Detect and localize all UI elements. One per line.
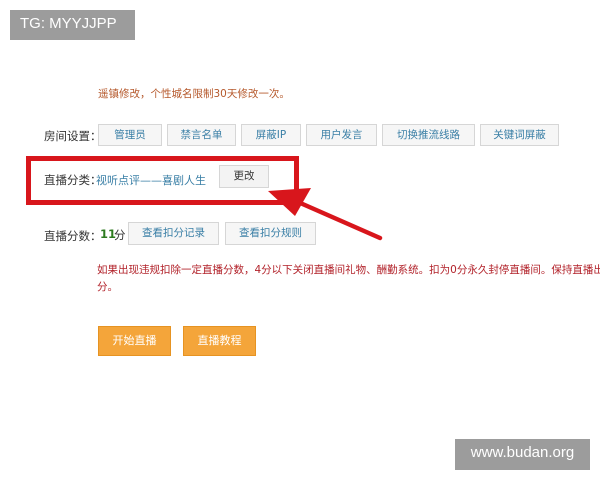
score-label: 直播分数：: [44, 229, 102, 243]
start-live-button[interactable]: 开始直播: [98, 326, 171, 356]
deduction-record-button[interactable]: 查看扣分记录: [128, 222, 219, 245]
deduction-notice-line-1: 如果出现违规扣除一定直播分数，4分以下关闭直播间礼物、酬勤系统。扣为0分永久封停…: [97, 264, 600, 276]
deduction-notice-line-2: 分。: [97, 281, 118, 293]
watermark-bottom-right: www.budan.org: [455, 439, 590, 470]
deduction-rules-button[interactable]: 查看扣分规则: [225, 222, 316, 245]
score-unit: 分: [114, 228, 126, 242]
live-tutorial-button[interactable]: 直播教程: [183, 326, 256, 356]
deduction-notice: 如果出现违规扣除一定直播分数，4分以下关闭直播间礼物、酬勤系统。扣为0分永久封停…: [97, 262, 600, 296]
